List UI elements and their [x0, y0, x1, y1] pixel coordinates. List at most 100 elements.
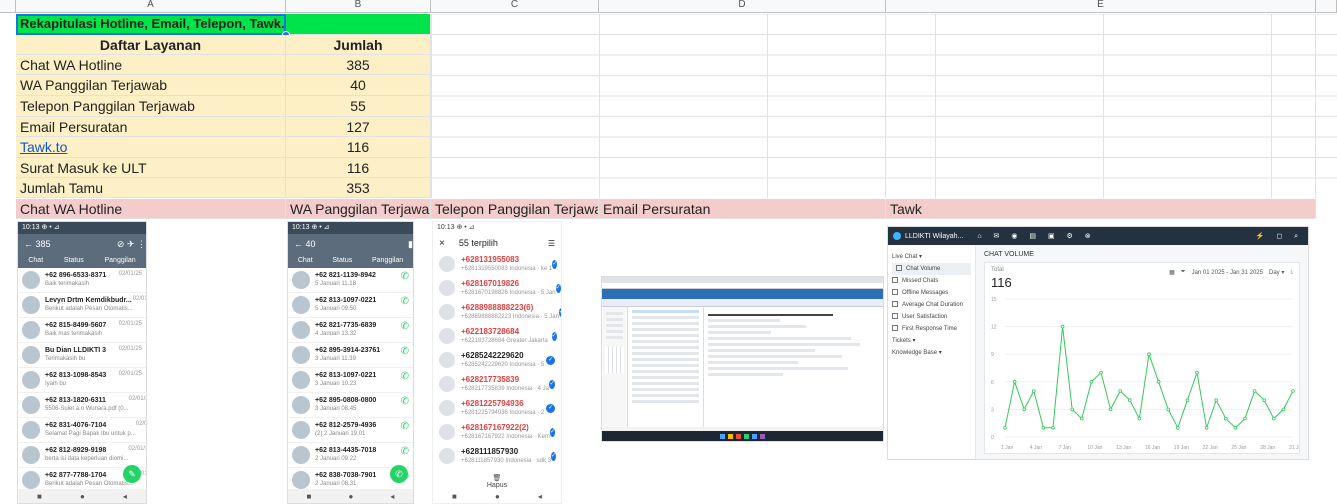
chat-list-item[interactable]: +62 831-4076-7104 Selamat Pagi Bapak Ibu … [18, 418, 146, 443]
column-header-d[interactable]: D [599, 0, 886, 13]
tawk-screenshot[interactable]: LLDIKTI Wilayah... ⌂ ✉ ◉ ▤ ▣ ⚙ ⊗ ⚡ ◻ ⌕ L… [887, 226, 1309, 460]
chat-list-item[interactable]: +62 812-8929-9198 berta isi data keperlua… [18, 443, 146, 468]
row-service[interactable]: Telepon Panggilan Terjawab [16, 96, 286, 117]
tab-status[interactable]: Status [64, 254, 84, 268]
new-chat-fab[interactable]: ✎ [123, 465, 141, 483]
data-point[interactable] [1070, 407, 1074, 412]
tab-status[interactable]: Status [332, 254, 352, 268]
row-service[interactable]: WA Panggilan Terjawab [16, 75, 286, 96]
data-point[interactable] [1022, 407, 1026, 412]
data-point[interactable] [1128, 398, 1132, 402]
column-header-a[interactable]: A [16, 0, 286, 13]
chat-list-item[interactable]: Levyn Drtm Kemdikbudr... Berikut adalah P… [18, 293, 146, 318]
phone-log-item[interactable]: +628111857930 +628111857930 Indonesia · s… [433, 444, 561, 468]
tawk-side-item[interactable]: First Response Time [888, 323, 975, 335]
email-screenshot[interactable] [601, 276, 884, 442]
check-icon[interactable]: ✓ [551, 451, 557, 461]
data-point[interactable] [1224, 416, 1228, 421]
phone-log-item[interactable]: +628217735839 +628217735839 Indonesia · 4… [433, 372, 561, 396]
tawk-side-item[interactable]: Missed Chats [888, 275, 975, 287]
date-range[interactable]: Jan 01 2025 - Jan 31 2025 [1192, 270, 1263, 276]
tab-calls[interactable]: Panggilan [372, 254, 403, 268]
data-point[interactable] [1166, 407, 1171, 412]
data-point[interactable] [1281, 407, 1286, 412]
tawk-right-icons[interactable]: ⚡ ◻ ⌕ [1256, 232, 1303, 241]
tawk-brand[interactable]: LLDIKTI Wilayah... [905, 233, 963, 240]
shot-header-email[interactable]: Email Persuratan [599, 199, 886, 219]
shot-header-phone[interactable]: Telepon Panggilan Terjawab [431, 199, 599, 219]
row-count[interactable]: 127 [286, 117, 431, 137]
filter-icon[interactable]: ⏷ [1181, 269, 1186, 276]
delete-icon[interactable]: ▮ [408, 234, 413, 254]
column-header-c[interactable]: C [431, 0, 599, 13]
data-point[interactable] [1204, 426, 1209, 430]
data-point[interactable] [1137, 416, 1142, 421]
phone-log-item[interactable]: +628131955083 +6281319550083 Indonesia · … [433, 252, 561, 276]
header-count[interactable]: Jumlah [286, 35, 431, 55]
row-count[interactable]: 116 [286, 158, 431, 178]
check-icon[interactable]: ✓ [551, 331, 557, 341]
shot-header-tawk[interactable]: Tawk [886, 199, 1316, 219]
title-cell-b[interactable] [286, 14, 431, 35]
data-point[interactable] [1108, 407, 1113, 412]
call-icon[interactable]: ✆ [401, 321, 409, 332]
title-cell[interactable]: Rekapitulasi Hotline, Email, Telepon, Ta… [16, 14, 286, 35]
data-point[interactable] [1176, 426, 1180, 430]
data-point[interactable] [1252, 389, 1257, 393]
chat-list-item[interactable]: +62 813-1820-6311 5506-Sulet a.n Wunara.p… [18, 393, 146, 418]
data-point[interactable] [1041, 426, 1046, 430]
close-icon[interactable]: × [439, 238, 445, 249]
data-point[interactable] [1195, 370, 1199, 375]
call-list-item[interactable]: +62 813-4435-7018 2 Januari 09.22 ✆ [288, 443, 413, 468]
tab-chat[interactable]: Chat [28, 254, 43, 268]
row-service[interactable]: Chat WA Hotline [16, 55, 286, 75]
tawk-link[interactable]: Tawk.to [20, 139, 67, 155]
data-point[interactable] [1089, 380, 1094, 384]
call-icon[interactable]: ✆ [401, 271, 409, 282]
tawk-side-item[interactable]: Offline Messages [888, 287, 975, 299]
data-point[interactable] [1271, 416, 1276, 421]
phone-log-item[interactable]: +6281225794936 +6281225794936 Indonesia ·… [433, 396, 561, 420]
row-service-link[interactable]: Tawk.to [16, 137, 286, 158]
tab-calls[interactable]: Panggilan [104, 254, 135, 268]
call-list-item[interactable]: +62 813-1097-0221 3 Januari 10.23 ✆ [288, 368, 413, 393]
call-icon[interactable]: ✆ [401, 396, 409, 407]
row-count[interactable]: 385 [286, 55, 431, 75]
tawk-side-item-active[interactable]: Chat Volume [892, 263, 971, 275]
data-point[interactable] [1147, 352, 1151, 356]
data-point[interactable] [1185, 398, 1190, 402]
row-count[interactable]: 40 [286, 75, 431, 96]
check-icon[interactable]: ✓ [555, 283, 561, 293]
table-icon[interactable]: ▦ [1169, 269, 1175, 276]
check-icon[interactable]: ✓ [546, 355, 555, 365]
tab-chat[interactable]: Chat [298, 254, 313, 268]
period-select[interactable]: Day ▾ [1269, 269, 1284, 276]
data-point[interactable] [1118, 389, 1123, 393]
chat-list-item[interactable]: +62 813-1098-8543 Iyaih bu 02/01/25 [18, 368, 146, 393]
tawk-nav-title[interactable]: Live Chat ▾ [888, 251, 975, 263]
column-header-e[interactable]: E [886, 0, 1316, 13]
data-point[interactable] [1291, 389, 1295, 393]
chat-list-item[interactable]: Bu Dian LLDIKTI 3 Terimakasih bu 02/01/25 [18, 343, 146, 368]
row-count[interactable]: 116 [286, 137, 431, 158]
phone-log-screenshot[interactable]: 10:13 ⊕ • ⊿ × 55 terpilih ☰ +62813195508… [432, 221, 562, 504]
call-icon[interactable]: ✆ [401, 446, 409, 457]
call-icon[interactable]: ✆ [401, 371, 409, 382]
data-point[interactable] [1233, 426, 1238, 430]
tawk-nav-icons[interactable]: ⌂ ✉ ◉ ▤ ▣ ⚙ ⊗ [977, 232, 1095, 240]
call-icon[interactable]: ✆ [401, 296, 409, 307]
data-point[interactable] [1051, 426, 1055, 430]
row-service[interactable]: Surat Masuk ke ULT [16, 158, 286, 178]
data-point[interactable] [1080, 416, 1084, 421]
check-icon[interactable]: ✓ [558, 307, 561, 317]
data-point[interactable] [1243, 416, 1247, 421]
check-icon[interactable]: ✓ [552, 259, 558, 269]
data-point[interactable] [1003, 426, 1007, 430]
chat-list-item[interactable]: +62 815-8499-5607 Baik mas terimakasih 02/… [18, 318, 146, 343]
call-list-item[interactable]: +62 813-1097-0221 5 Januari 09.50 ✆ [288, 293, 413, 318]
delete-action[interactable]: 🗑 Hapus [433, 474, 561, 489]
tawk-side-group[interactable]: Knowledge Base ▾ [888, 347, 975, 359]
column-header-b[interactable]: B [286, 0, 431, 13]
new-call-fab[interactable]: ✆ [390, 465, 408, 483]
chat-list-item[interactable]: +62 896-6533-8371 Baik terimakasih 02/01/2… [18, 268, 146, 293]
